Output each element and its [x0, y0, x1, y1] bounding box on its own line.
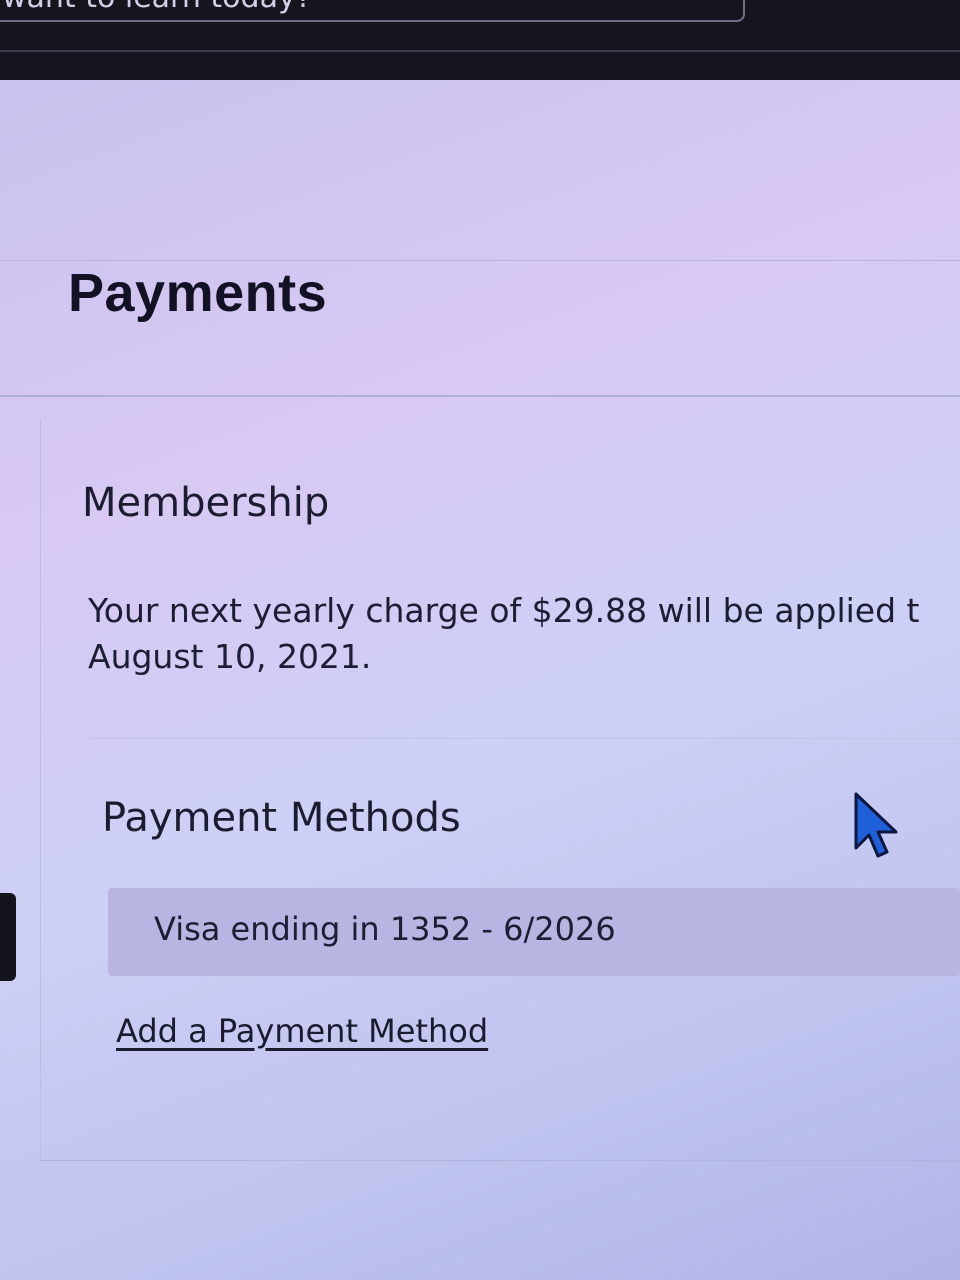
title-divider	[0, 395, 960, 397]
top-divider	[0, 50, 960, 52]
next-charge-line-1: Your next yearly charge of $29.88 will b…	[88, 591, 920, 630]
side-tab[interactable]	[0, 893, 16, 981]
membership-heading: Membership	[82, 480, 330, 526]
search-input[interactable]: want to learn today?	[0, 0, 745, 22]
add-payment-method-link[interactable]: Add a Payment Method	[116, 1012, 488, 1050]
next-charge-text: Your next yearly charge of $29.88 will b…	[88, 588, 960, 680]
next-charge-line-2: August 10, 2021.	[88, 637, 372, 676]
payment-method-row[interactable]: Visa ending in 1352 - 6/2026	[108, 888, 960, 976]
header-band	[0, 80, 960, 261]
payment-method-label: Visa ending in 1352 - 6/2026	[154, 910, 616, 948]
section-divider	[90, 738, 960, 739]
payment-methods-heading: Payment Methods	[102, 795, 461, 841]
mouse-pointer-icon	[854, 792, 898, 858]
page-title: Payments	[68, 263, 328, 323]
